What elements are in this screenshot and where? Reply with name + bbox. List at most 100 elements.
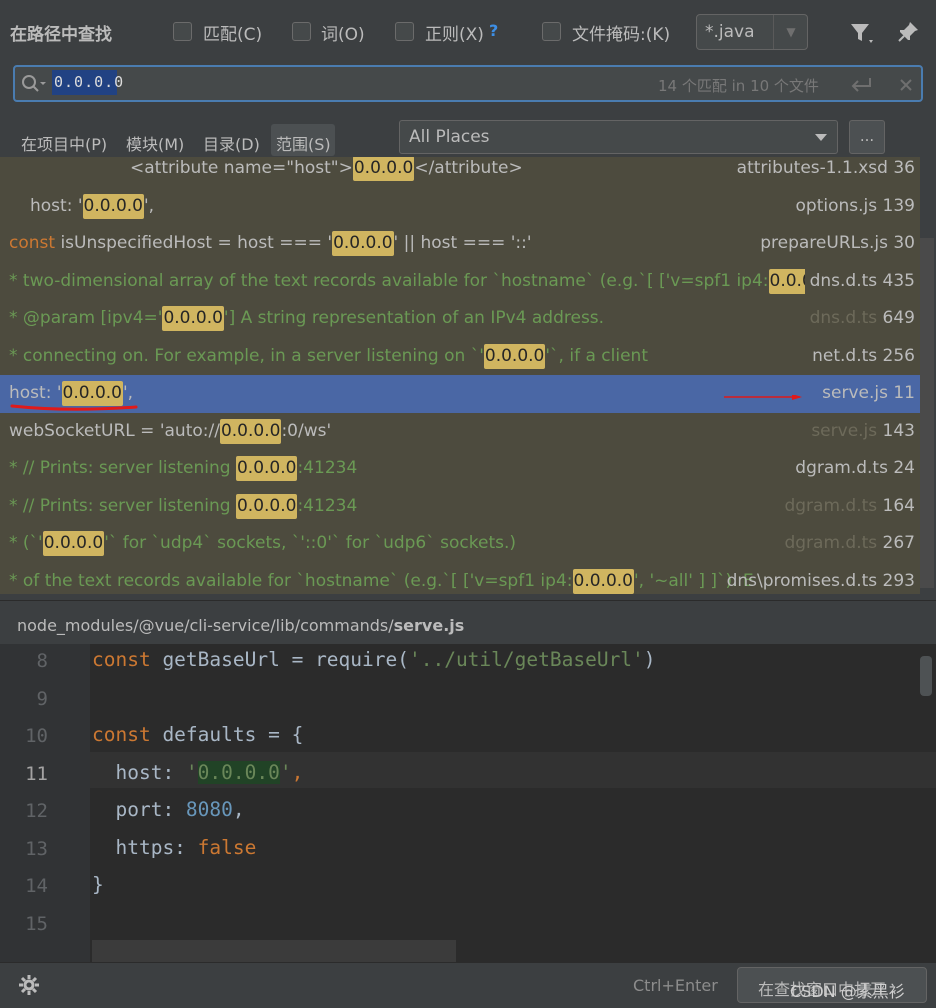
editor-scrollbar[interactable] (920, 656, 932, 696)
result-text-before: * (`' (9, 533, 43, 553)
result-file-name: options.js (795, 195, 883, 216)
file-mask-combo[interactable]: *.java ▼ (696, 14, 808, 50)
search-query[interactable]: 0.0.0.0 (54, 73, 124, 91)
result-line-number: 435 (882, 270, 915, 291)
result-text: * connecting on. For example, in a serve… (9, 338, 805, 375)
result-file-name: dns\promises.d.ts (726, 570, 883, 591)
code-line: https: false (92, 835, 257, 859)
result-row[interactable]: <attribute name="host">0.0.0.0</attribut… (0, 157, 920, 188)
results-scrollbar[interactable] (920, 238, 934, 588)
result-text-after: ', (144, 195, 155, 216)
result-line-number: 256 (882, 345, 915, 366)
result-file-name: dgram.d.ts (784, 533, 883, 553)
clear-icon[interactable] (898, 77, 914, 93)
dialog-title: 在路径中查找 (10, 25, 112, 45)
code-line: host: '0.0.0.0', (92, 760, 304, 784)
result-text-before: isUnspecifiedHost = host === ' (55, 233, 333, 253)
tab-directory[interactable]: 目录(D) (203, 131, 260, 155)
file-mask-label[interactable]: 文件掩码:(K) (572, 20, 670, 45)
result-row[interactable]: * (`'0.0.0.0'` for `udp4` sockets, `'::0… (0, 525, 920, 563)
result-text: webSocketURL = 'auto://0.0.0.0:0/ws' (9, 413, 805, 450)
result-text: const isUnspecifiedHost = host === '0.0.… (9, 225, 805, 262)
code-line: } (92, 873, 104, 896)
result-line-number: 36 (893, 158, 915, 178)
result-file-name: dns.d.ts (809, 270, 883, 291)
result-line-number: 24 (893, 458, 915, 478)
result-file: attributes-1.1.xsd 36 (737, 157, 915, 187)
keyword: const (9, 233, 56, 253)
find-in-path-dialog: 在路径中查找 匹配(C) 词(O) 正则(X) ? 文件掩码:(K) *.jav… (0, 0, 936, 1008)
match-highlight: 0.0.0.0 (235, 493, 298, 519)
gear-icon[interactable] (18, 974, 40, 996)
preview-path: node_modules/@vue/cli-service/lib/comman… (17, 616, 465, 635)
result-row[interactable]: * two-dimensional array of the text reco… (0, 263, 920, 301)
result-file-name: serve.js (811, 420, 883, 441)
result-file: serve.js 11 (822, 375, 915, 412)
match-highlight: 0.0.0.0 (82, 193, 144, 219)
result-row[interactable]: const isUnspecifiedHost = host === '0.0.… (0, 225, 920, 263)
match-case-checkbox[interactable] (173, 22, 192, 41)
result-text: * (`'0.0.0.0'` for `udp4` sockets, `'::0… (9, 525, 805, 562)
chevron-down-icon (815, 134, 827, 141)
result-text-after: '` for `udp4` sockets, `'::0'` for `udp6… (104, 533, 517, 553)
regex-checkbox[interactable] (395, 22, 414, 41)
regex-help-icon[interactable]: ? (489, 21, 498, 40)
result-row[interactable]: * connecting on. For example, in a serve… (0, 338, 920, 376)
words-checkbox[interactable] (292, 22, 311, 41)
line-number: 13 (25, 837, 48, 860)
line-number: 11 (25, 762, 48, 785)
result-text: * two-dimensional array of the text reco… (9, 263, 805, 300)
result-line-number: 11 (893, 383, 915, 403)
line-number: 8 (36, 650, 48, 672)
result-row[interactable]: host: '0.0.0.0', options.js 139 (0, 188, 920, 226)
result-text: host: '0.0.0.0', (30, 188, 805, 225)
scope-dropdown[interactable]: All Places (399, 120, 838, 154)
result-row[interactable]: * @param [ipv4='0.0.0.0'] A string repre… (0, 300, 920, 338)
line-number: 15 (25, 912, 48, 935)
result-file: serve.js 143 (811, 413, 915, 450)
match-highlight: 0.0.0.0 (768, 268, 805, 294)
line-number: 9 (36, 687, 48, 710)
match-highlight: 0.0.0.0 (219, 418, 282, 444)
result-file-name: dgram.d.ts (784, 495, 883, 516)
code-line: const defaults = { (92, 723, 304, 746)
result-text-before: host: ' (30, 195, 83, 216)
file-mask-value: *.java (705, 22, 755, 42)
result-row[interactable]: webSocketURL = 'auto://0.0.0.0:0/ws' serv… (0, 413, 920, 451)
result-text-before: * connecting on. For example, in a serve… (9, 345, 484, 366)
result-text: * // Prints: server listening 0.0.0.0:41… (9, 450, 805, 487)
result-line-number: 139 (882, 195, 915, 216)
shortcut-hint: Ctrl+Enter (633, 976, 718, 995)
regex-label[interactable]: 正则(X) (425, 20, 484, 45)
result-row[interactable]: * // Prints: server listening 0.0.0.0:41… (0, 450, 920, 488)
newline-icon[interactable] (850, 76, 874, 94)
tab-in-project[interactable]: 在项目中(P) (21, 131, 107, 155)
more-button[interactable]: ... (849, 120, 885, 154)
preview-path-bar: node_modules/@vue/cli-service/lib/comman… (0, 600, 936, 644)
code-preview[interactable]: 8 const getBaseUrl = require('../util/get… (0, 644, 936, 962)
line-number: 10 (25, 725, 48, 747)
result-row[interactable]: * of the text records available for `hos… (0, 563, 920, 595)
result-row[interactable]: * // Prints: server listening 0.0.0.0:41… (0, 488, 920, 526)
scope-dropdown-value: All Places (409, 127, 490, 147)
result-text-after: </attribute> (414, 158, 523, 178)
result-text: * // Prints: server listening 0.0.0.0:41… (9, 488, 805, 525)
tab-scope[interactable]: 范围(S) (276, 131, 331, 155)
result-text: * @param [ipv4='0.0.0.0'] A string repre… (9, 300, 805, 337)
result-text-before: <attribute name="host"> (130, 158, 353, 178)
search-history-icon[interactable] (21, 74, 47, 94)
result-text-before: webSocketURL = 'auto:// (9, 420, 220, 441)
result-file: prepareURLs.js 30 (760, 225, 915, 262)
file-mask-checkbox[interactable] (542, 22, 561, 41)
chevron-down-icon[interactable]: ▼ (773, 15, 808, 49)
filter-icon[interactable] (849, 22, 877, 46)
tab-module[interactable]: 模块(M) (126, 131, 184, 155)
pin-icon[interactable] (896, 20, 920, 44)
match-highlight: 0.0.0.0 (332, 231, 394, 256)
words-label[interactable]: 词(O) (321, 20, 365, 45)
next-line-fragment (92, 940, 456, 962)
result-file: net.d.ts 256 (812, 338, 915, 375)
result-file: dgram.d.ts 164 (784, 488, 915, 525)
match-case-label[interactable]: 匹配(C) (203, 20, 262, 45)
result-text-after: :41234 (297, 495, 358, 516)
